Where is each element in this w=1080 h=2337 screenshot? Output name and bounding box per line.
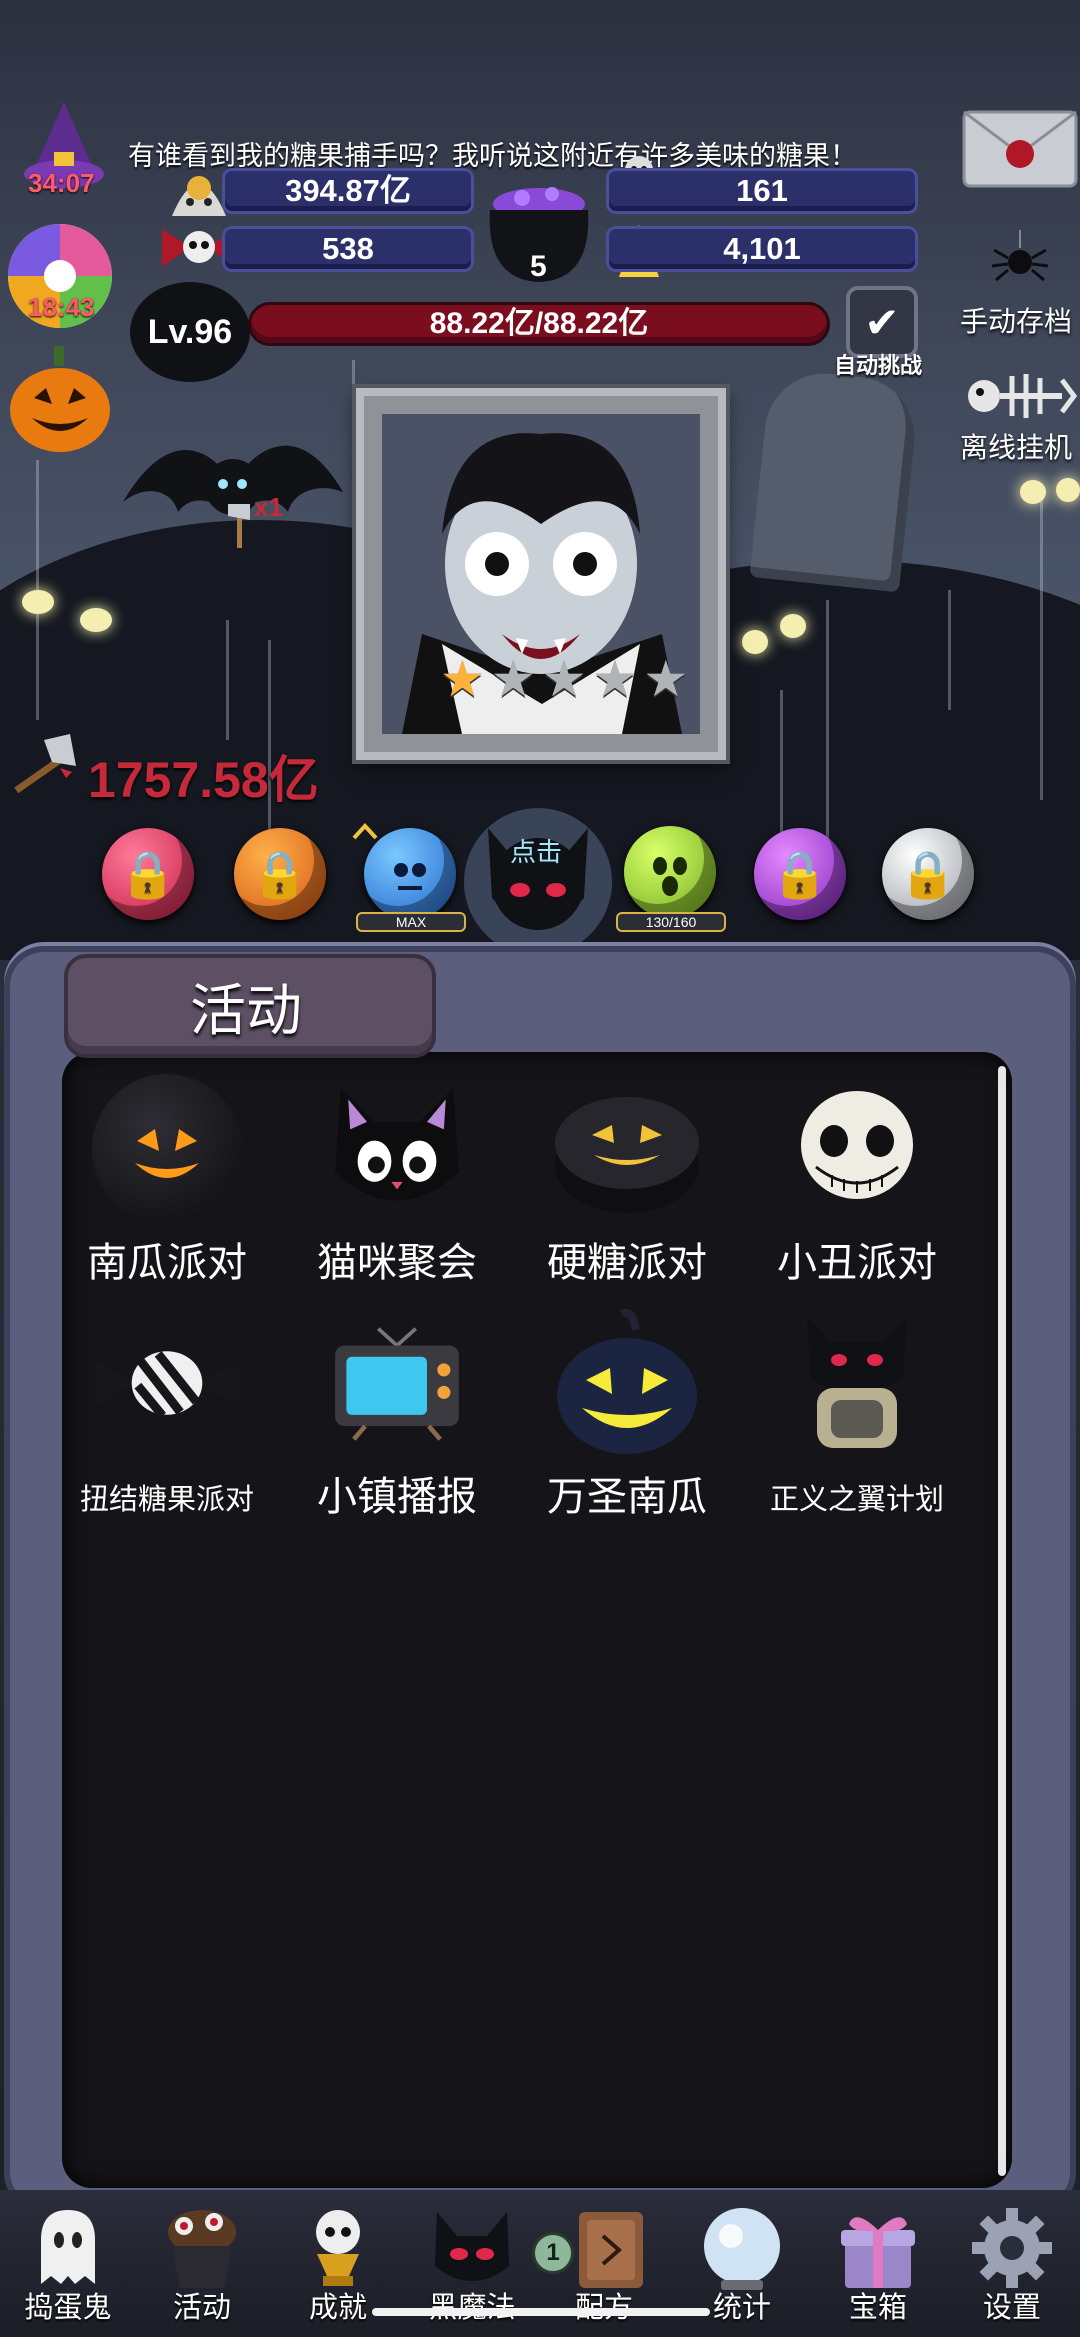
nav-label: 成就 [308, 2290, 367, 2324]
orb-orange-locked[interactable]: 🔒 [234, 828, 326, 920]
activity-pumpkin-party[interactable]: 南瓜派对 [62, 1074, 272, 1288]
spider-icon[interactable] [990, 230, 1050, 290]
halloween-pumpkin-icon [552, 1308, 702, 1458]
letter-envelope-icon[interactable] [962, 110, 1078, 188]
jack-o-lantern-icon [92, 1074, 242, 1224]
panel-title: 活动 [190, 979, 302, 1044]
orb-blue-skull[interactable] [364, 828, 456, 920]
candy-corn-amount: 4,101 [606, 226, 918, 272]
tombstone [749, 367, 921, 593]
activity-hard-candy-party[interactable]: 硬糖派对 [522, 1074, 732, 1288]
damage-value: 1757.58亿 [88, 752, 319, 808]
orb-progress-tag: 130/160 [616, 912, 726, 932]
bat-multiplier: x1 [254, 492, 283, 522]
witch-timer: 34:07 [28, 168, 95, 198]
nav-settings[interactable]: 设置 [952, 2206, 1072, 2326]
orb-green-ghost[interactable] [624, 826, 716, 918]
nav-label: 黑魔法 [428, 2290, 516, 2324]
axe-damage-icon [14, 734, 76, 794]
black-cat-icon [322, 1074, 472, 1224]
activity-cat-party[interactable]: 猫咪聚会 [292, 1074, 502, 1288]
orb-white-locked[interactable]: 🔒 [882, 828, 974, 920]
tv-icon [322, 1308, 472, 1458]
nav-label: 配方 [574, 2290, 633, 2324]
bow-amount: 538 [222, 226, 474, 272]
candy-timer: 18:43 [28, 292, 95, 322]
activity-label: 正义之翼计划 [769, 1482, 944, 1516]
orb-purple-locked[interactable]: 🔒 [754, 828, 846, 920]
gold-amount: 394.87亿 [222, 168, 474, 214]
dark-bat-icon [412, 2206, 532, 2290]
scrollbar[interactable] [998, 1066, 1006, 2176]
activity-label: 硬糖派对 [547, 1240, 707, 1286]
activity-twist-candy-party[interactable]: 扭结糖果派对 [62, 1308, 272, 1518]
star-empty-icon: ★ [592, 650, 638, 708]
tap-hint: 点击 [510, 838, 563, 868]
star-empty-icon: ★ [643, 650, 689, 708]
activity-label: 猫咪聚会 [317, 1240, 477, 1286]
level-badge: Lv.96 [130, 282, 250, 382]
boss-hp-bar: 88.22亿/88.22亿 [248, 302, 830, 346]
cupcake-icon [142, 2206, 262, 2290]
activity-halloween-pumpkin[interactable]: 万圣南瓜 [522, 1308, 732, 1522]
activity-label: 南瓜派对 [87, 1240, 247, 1286]
star-empty-icon: ★ [541, 650, 587, 708]
activity-clown-party[interactable]: 小丑派对 [752, 1074, 962, 1288]
activity-label: 小丑派对 [777, 1240, 937, 1286]
crystal-ball-icon [682, 2206, 802, 2290]
nav-troublemaker[interactable]: 捣蛋鬼 [8, 2206, 128, 2326]
winged-robot-icon [782, 1308, 932, 1458]
jack-o-lantern-icon[interactable] [6, 344, 114, 454]
offline-idle-button[interactable]: 离线挂机 [960, 426, 1072, 466]
auto-challenge-label: 自动挑战 [834, 354, 923, 379]
activity-label: 小镇播报 [317, 1474, 477, 1520]
skull-amount: 161 [606, 168, 918, 214]
activity-justice-wings-plan[interactable]: 正义之翼计划 [752, 1308, 962, 1518]
star-filled-icon: ★ [440, 650, 485, 708]
fish-bone-icon[interactable] [962, 366, 1078, 426]
boss-portrait-frame[interactable]: ★ ★ ★ ★ ★ [356, 388, 726, 760]
orb-max-tag: MAX [356, 912, 466, 932]
activity-label: 扭结糖果派对 [79, 1482, 254, 1516]
gear-icon [952, 2206, 1072, 2290]
nav-label: 统计 [712, 2290, 771, 2324]
cauldron-count: 5 [530, 250, 547, 283]
star-empty-icon: ★ [490, 650, 536, 708]
nav-label: 设置 [982, 2290, 1041, 2324]
chevron-up-icon [352, 823, 378, 840]
skull-trophy-icon [278, 2206, 398, 2290]
nav-activity[interactable]: 活动 [142, 2206, 262, 2326]
recipe-count-badge: 1 [532, 2232, 574, 2274]
orb-black-bat-selected[interactable] [458, 798, 618, 958]
skull-clown-icon [782, 1074, 932, 1224]
nav-treasure-box[interactable]: 宝箱 [818, 2206, 938, 2326]
activity-town-broadcast[interactable]: 小镇播报 [292, 1308, 502, 1522]
boss-star-rating: ★ ★ ★ ★ ★ [440, 650, 688, 708]
nav-label: 捣蛋鬼 [24, 2290, 112, 2324]
nav-label: 活动 [172, 2290, 231, 2324]
ghost-icon [8, 2206, 128, 2290]
nav-label: 宝箱 [848, 2290, 907, 2324]
activity-label: 万圣南瓜 [547, 1474, 707, 1520]
manual-save-button[interactable]: 手动存档 [960, 300, 1072, 340]
twist-candy-icon [92, 1308, 242, 1458]
gift-box-icon [818, 2206, 938, 2290]
hard-candy-icon [552, 1074, 702, 1224]
home-indicator[interactable] [372, 2308, 710, 2316]
orb-red-locked[interactable]: 🔒 [102, 828, 194, 920]
